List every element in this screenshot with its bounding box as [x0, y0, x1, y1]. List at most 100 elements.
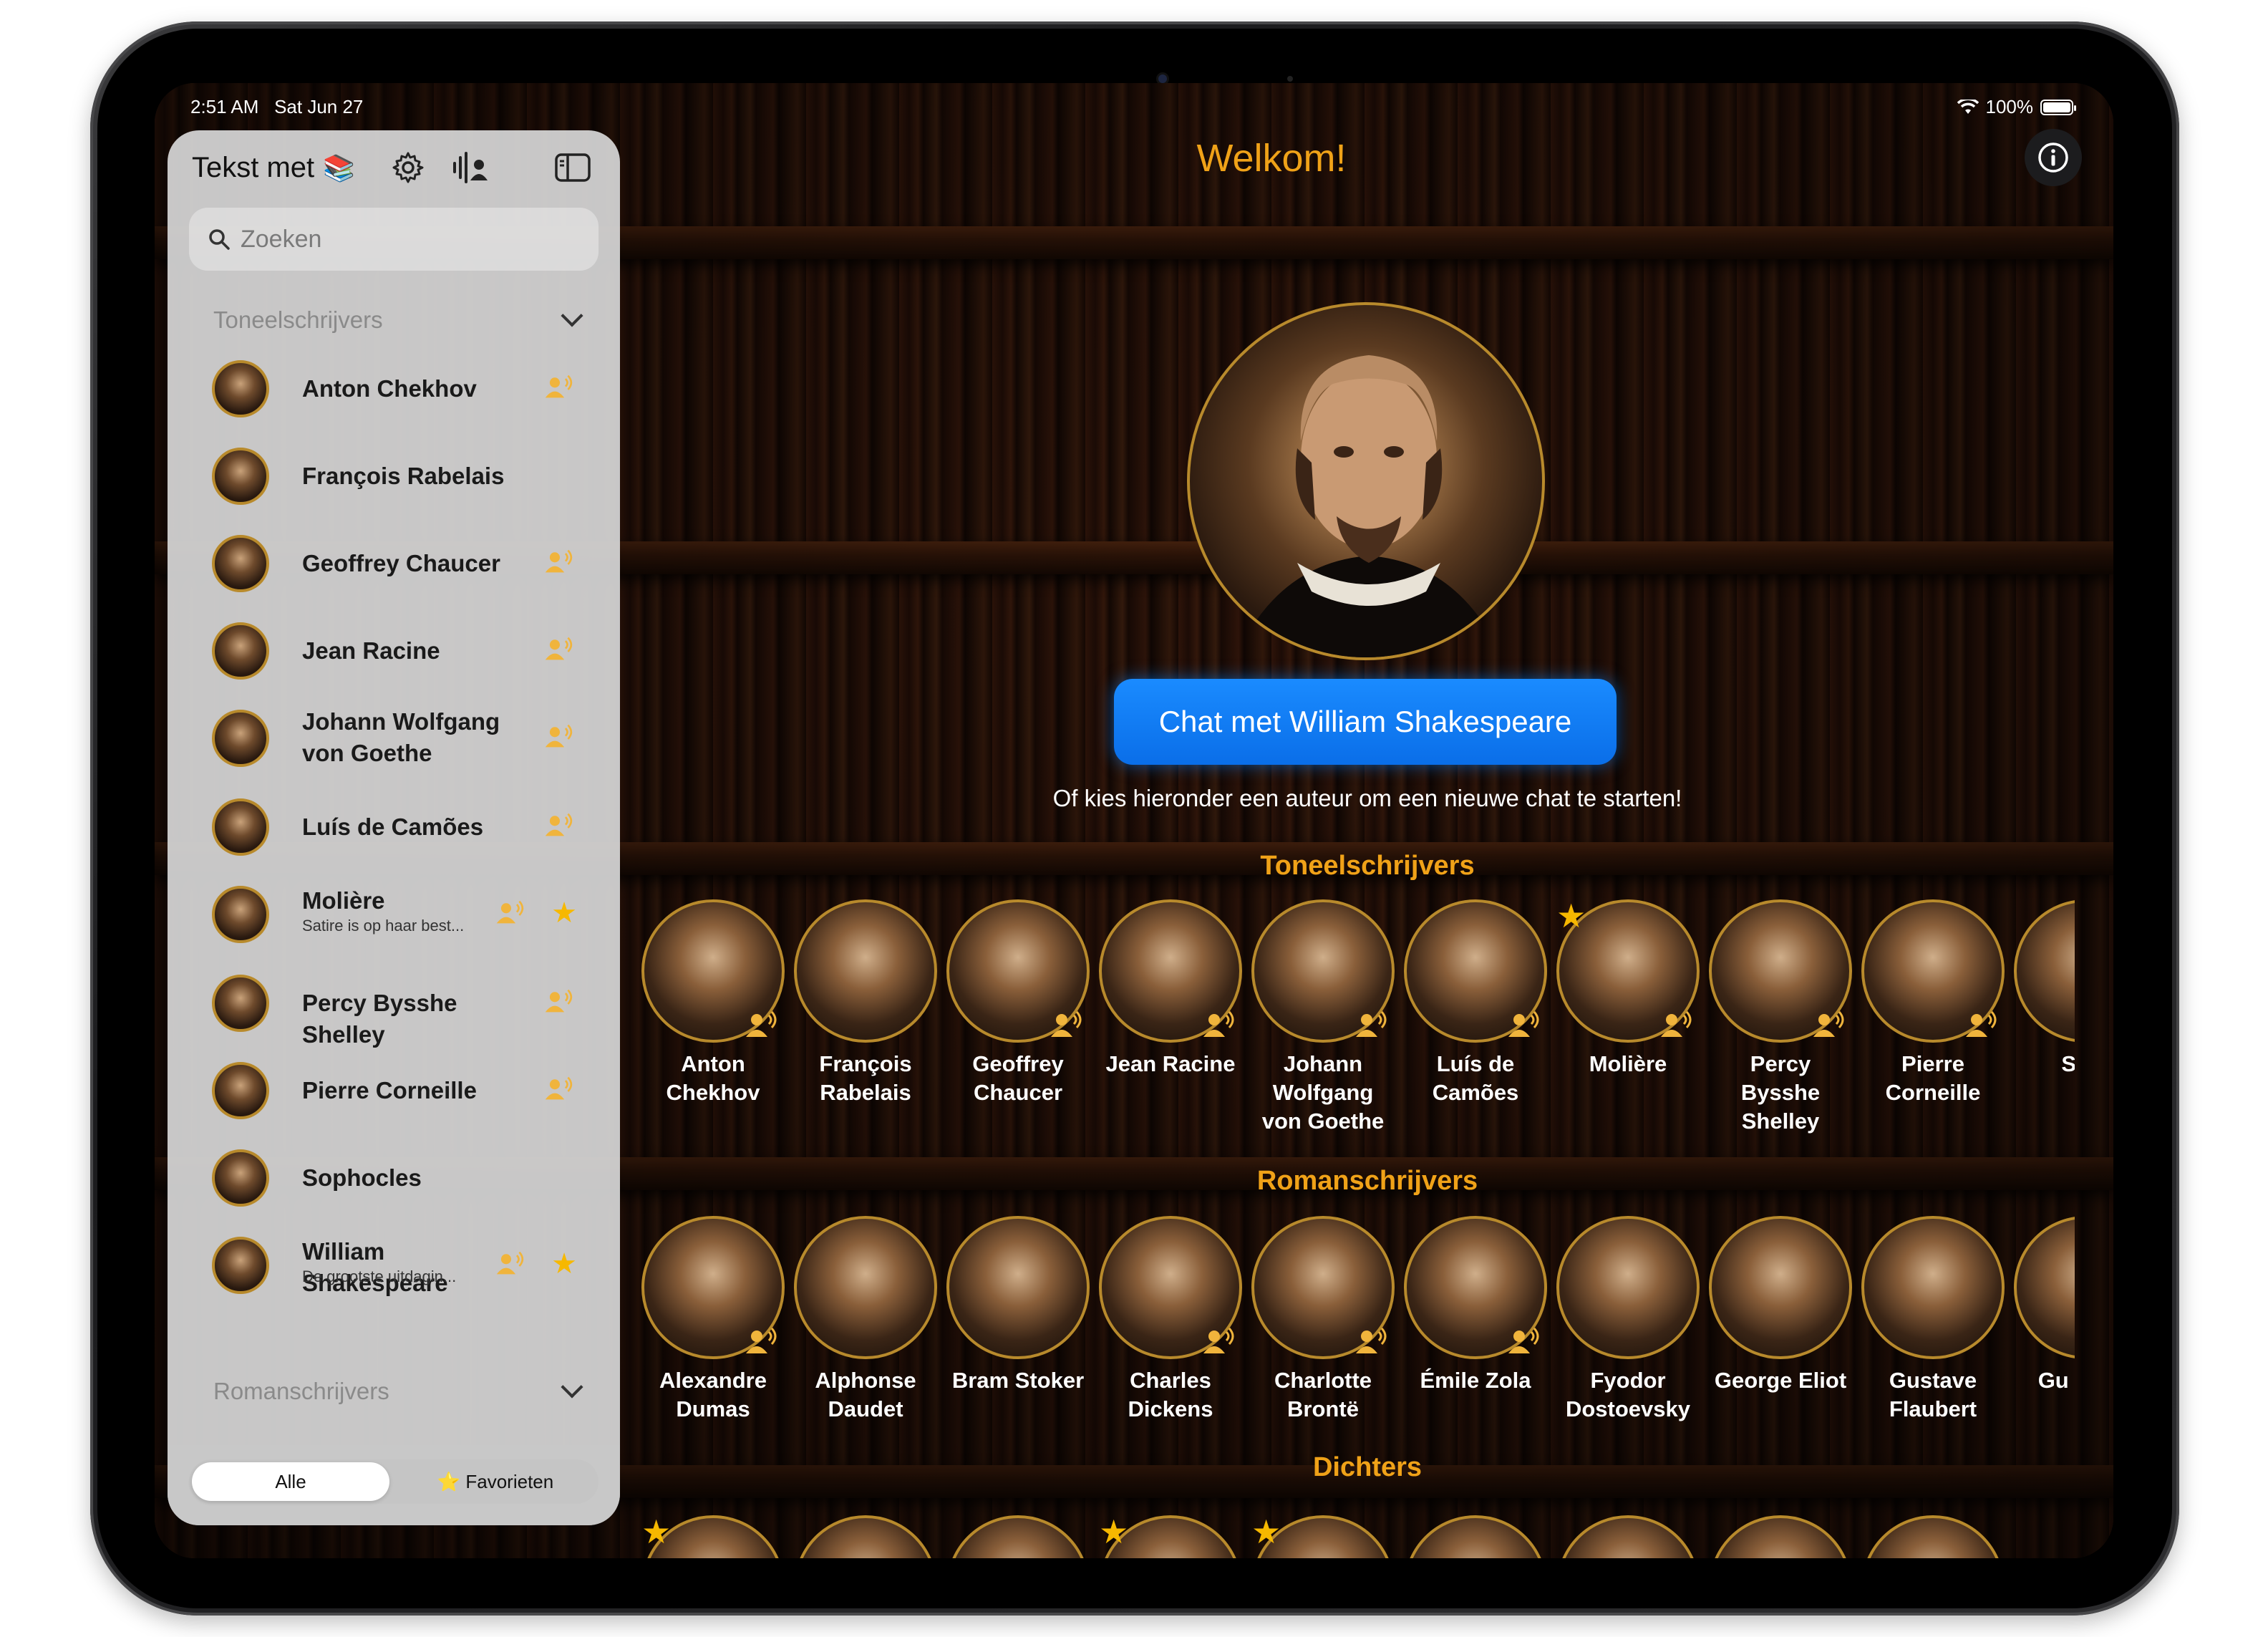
author-portrait	[1404, 1515, 1547, 1558]
author-name: Geoffrey Chaucer	[302, 550, 500, 576]
author-card[interactable]: George Eliot	[1709, 1216, 1852, 1395]
search-field[interactable]: Zoeken	[189, 208, 598, 271]
section-header-playwrights[interactable]: Toneelschrijvers	[213, 306, 383, 334]
sidebar-author-row[interactable]: Sophocles	[189, 1136, 598, 1220]
favorite-star-icon: ★	[1251, 1513, 1281, 1550]
favorite-star-icon: ★	[551, 897, 577, 929]
author-card[interactable]: Fyodor Dostoevsky	[1556, 1216, 1700, 1424]
chevron-down-icon[interactable]	[561, 1376, 583, 1399]
author-portrait	[1404, 1216, 1547, 1359]
author-card[interactable]: Geoffrey Chaucer	[946, 899, 1090, 1107]
author-card[interactable]: Charlotte Brontë	[1251, 1216, 1395, 1424]
author-avatar	[212, 535, 269, 592]
voice-person-icon	[1661, 1010, 1692, 1037]
author-card-name: Geoffrey Chaucer	[972, 1051, 1064, 1105]
author-card[interactable]	[1404, 1515, 1547, 1558]
author-card[interactable]: Percy Bysshe Shelley	[1709, 899, 1852, 1136]
voice-person-icon	[1508, 1327, 1539, 1353]
author-portrait	[946, 1216, 1090, 1359]
author-card[interactable]	[1709, 1515, 1852, 1558]
author-name: Luís de Camões	[302, 813, 484, 840]
filter-favorites-button[interactable]: ⭐ Favorieten	[395, 1462, 596, 1501]
voice-available-icon	[544, 812, 576, 841]
sidebar-author-row[interactable]: Percy Bysshe Shelley	[189, 961, 598, 1048]
author-card[interactable]: Gustave Flaubert	[1861, 1216, 2005, 1424]
author-card[interactable]: ★ Molière	[1556, 897, 1700, 1078]
author-name: Johann Wolfgang von Goethe	[302, 708, 500, 766]
author-portrait	[641, 1216, 785, 1359]
voice-available-icon	[544, 549, 576, 577]
author-card[interactable]: Anton Chekhov	[641, 899, 785, 1107]
author-card[interactable]	[794, 1515, 937, 1558]
author-card[interactable]: Émile Zola	[1404, 1216, 1547, 1395]
favorite-star-icon: ★	[551, 1248, 577, 1280]
author-card-name: Luís de Camões	[1432, 1051, 1519, 1105]
author-portrait	[1861, 899, 2005, 1043]
author-card-name: Émile Zola	[1420, 1368, 1531, 1393]
author-card[interactable]: Luís de Camões	[1404, 899, 1547, 1107]
voice-badge-icon	[745, 1326, 780, 1355]
author-portrait	[1404, 899, 1547, 1043]
author-card-name: Gustave Flaubert	[1889, 1368, 1977, 1421]
author-card[interactable]	[1861, 1515, 2005, 1558]
sidebar-author-row[interactable]: Anton Chekhov	[189, 347, 598, 431]
voice-chat-button[interactable]	[450, 146, 493, 189]
author-card[interactable]: Bram Stoker	[946, 1216, 1090, 1395]
sidebar-author-row[interactable]: Geoffrey Chaucer	[189, 521, 598, 606]
author-card[interactable]: Alexandre Dumas	[641, 1216, 785, 1424]
author-card[interactable]: ★	[1099, 1513, 1242, 1558]
author-card[interactable]: Johann Wolfgang von Goethe	[1251, 899, 1395, 1136]
app-title-text: Tekst met	[192, 152, 315, 183]
author-card[interactable]	[946, 1515, 1090, 1558]
author-card[interactable]: François Rabelais	[794, 899, 937, 1107]
author-card[interactable]: Jean Racine	[1099, 899, 1242, 1078]
voice-person-icon	[1508, 1010, 1539, 1037]
author-card[interactable]: Sopl	[2014, 899, 2075, 1078]
section-header-novelists[interactable]: Romanschrijvers	[213, 1378, 389, 1405]
voice-person-icon	[1203, 1327, 1234, 1353]
author-card[interactable]: ★	[641, 1513, 785, 1558]
sidebar-author-row[interactable]: Luís de Camões	[189, 785, 598, 869]
author-card-name: Fyodor Dostoevsky	[1565, 1368, 1691, 1421]
filter-all-button[interactable]: Alle	[192, 1462, 389, 1501]
voice-person-icon	[746, 1010, 777, 1037]
author-avatar	[212, 1149, 269, 1207]
search-placeholder: Zoeken	[241, 225, 322, 253]
voice-badge-icon	[1507, 1326, 1543, 1355]
sidebar-author-row[interactable]: Johann Wolfgang von Goethe	[189, 696, 598, 781]
author-card-name: François Rabelais	[819, 1051, 912, 1105]
author-card[interactable]: Gu Maup	[2014, 1216, 2075, 1395]
sidebar-author-row[interactable]: Pierre Corneille	[189, 1048, 598, 1133]
last-message-preview: De grootste uitdagin...	[302, 1267, 457, 1285]
author-card[interactable]: Pierre Corneille	[1861, 899, 2005, 1107]
author-card-name: Gu Maup	[2037, 1368, 2075, 1393]
voice-badge-icon	[1659, 1010, 1695, 1038]
author-name: Jean Racine	[302, 637, 440, 664]
author-card-name: Jean Racine	[1105, 1051, 1236, 1076]
author-card[interactable]: Charles Dickens	[1099, 1216, 1242, 1424]
voice-person-icon	[1966, 1010, 1997, 1037]
voice-badge-icon	[1202, 1010, 1238, 1038]
author-avatar	[212, 1237, 269, 1294]
sidebar-author-row[interactable]: François Rabelais	[189, 434, 598, 518]
toggle-sidebar-button[interactable]	[551, 146, 594, 189]
author-avatar	[212, 798, 269, 856]
voice-available-icon	[544, 723, 576, 752]
sidebar-author-row[interactable]: Jean Racine	[189, 609, 598, 693]
author-portrait: ★	[1556, 897, 1700, 1043]
sidebar-author-row[interactable]: William Shakespeare De grootste uitdagin.…	[189, 1223, 598, 1308]
ambient-sensor	[1287, 76, 1293, 82]
author-card[interactable]: ★	[1251, 1513, 1395, 1558]
sidebar-author-row[interactable]: Molière Satire is op haar best... ★	[189, 872, 598, 957]
author-card[interactable]	[1556, 1515, 1700, 1558]
voice-available-icon	[495, 1250, 527, 1279]
voice-person-icon	[1356, 1010, 1387, 1037]
voice-available-icon	[544, 374, 576, 402]
chevron-down-icon[interactable]	[561, 304, 583, 327]
author-card[interactable]: Alphonse Daudet	[794, 1216, 937, 1424]
author-card-name: Pierre Corneille	[1885, 1051, 1981, 1105]
settings-button[interactable]	[387, 146, 430, 189]
voice-person-icon	[746, 1327, 777, 1353]
author-avatar	[212, 975, 269, 1032]
author-name: Sophocles	[302, 1164, 422, 1191]
